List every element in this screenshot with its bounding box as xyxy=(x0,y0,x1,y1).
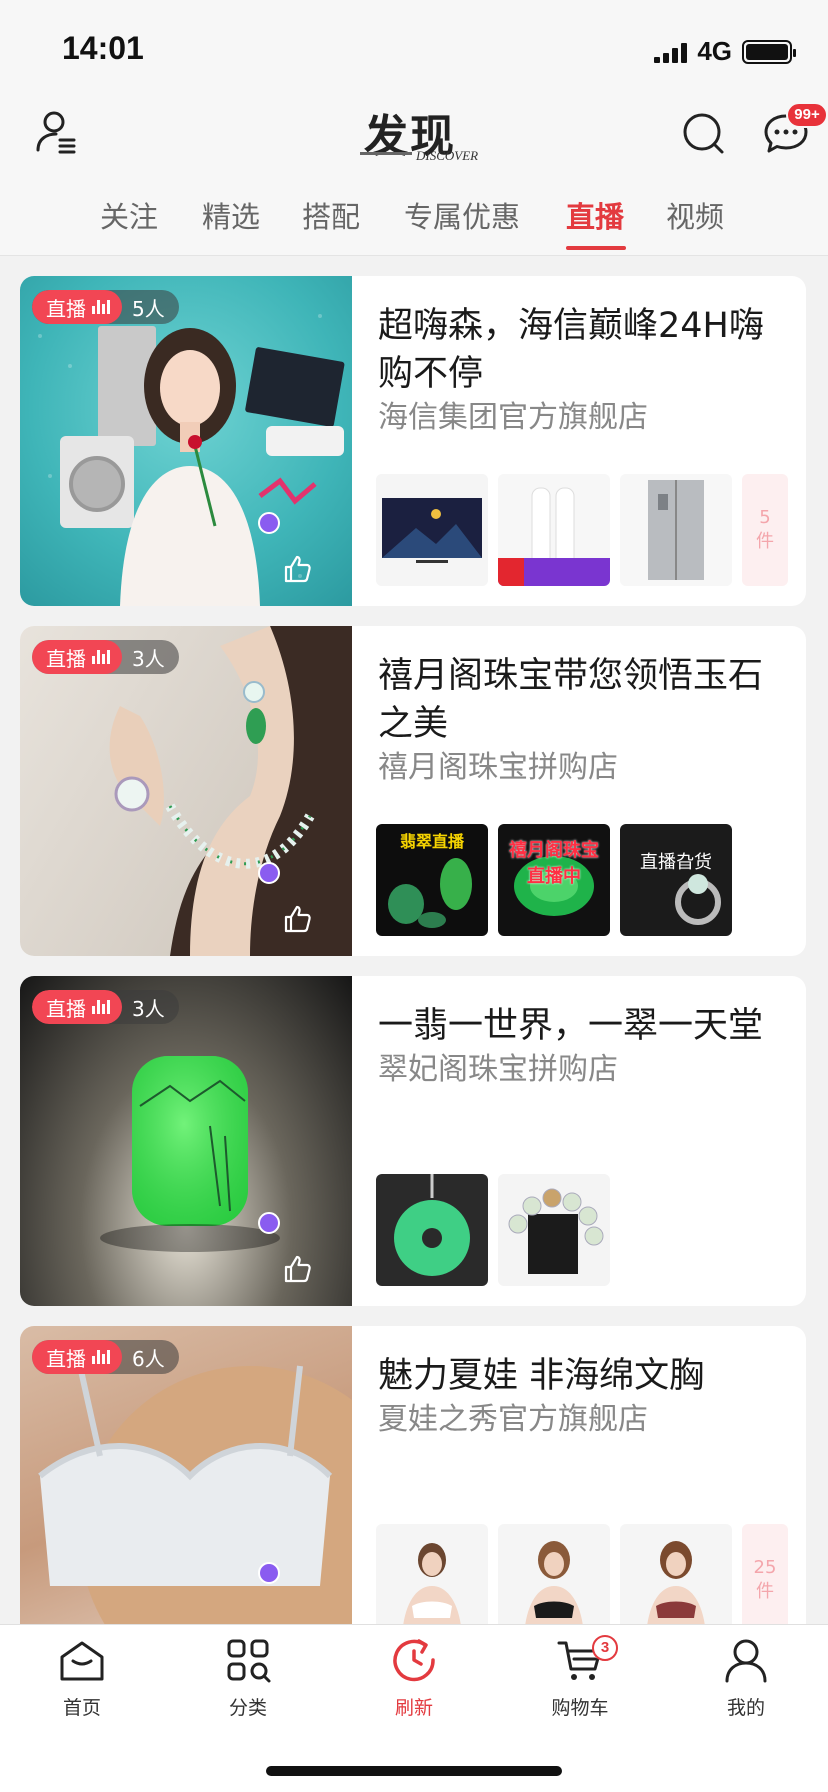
product-thumb[interactable] xyxy=(620,474,732,586)
live-thumbnail[interactable]: 直播 6人 xyxy=(20,1326,352,1624)
tab-follow[interactable]: 关注 xyxy=(100,194,158,236)
live-effect-icon xyxy=(258,1212,280,1234)
live-thumbnail[interactable]: 直播 3人 xyxy=(20,976,352,1306)
product-strip: 25 件 xyxy=(376,1524,788,1624)
product-strip xyxy=(376,1174,610,1286)
cart-badge: 3 xyxy=(592,1635,618,1661)
live-badge: 直播 6人 xyxy=(32,1340,179,1374)
product-thumb[interactable] xyxy=(498,474,610,586)
battery-icon xyxy=(742,39,796,64)
product-thumb[interactable] xyxy=(620,1524,732,1624)
live-title[interactable]: 一翡一世界，一翠一天堂 xyxy=(378,1002,782,1050)
profile-icon xyxy=(725,1639,767,1683)
live-effect-icon xyxy=(258,512,280,534)
home-icon xyxy=(60,1641,104,1681)
like-icon[interactable] xyxy=(282,554,312,584)
live-bars-icon xyxy=(92,300,110,314)
tab-video[interactable]: 视频 xyxy=(666,194,724,236)
live-thumbnail[interactable]: 直播 5人 xyxy=(20,276,352,606)
live-title[interactable]: 禧月阁珠宝带您领悟玉石之美 xyxy=(378,652,782,748)
status-time: 14:01 xyxy=(62,30,144,66)
status-indicators: 4G xyxy=(654,36,796,67)
live-badge: 直播 3人 xyxy=(32,640,179,674)
live-bars-icon xyxy=(92,650,110,664)
live-thumbnail[interactable]: 直播 3人 xyxy=(20,626,352,956)
product-thumb[interactable]: 禧月阁珠宝直播中 xyxy=(498,824,610,936)
nav-label: 首页 xyxy=(62,1697,101,1719)
tab-featured[interactable]: 精选 xyxy=(202,194,260,236)
live-effect-icon xyxy=(258,1562,280,1584)
shop-name[interactable]: 夏娃之秀官方旗舰店 xyxy=(378,1394,782,1438)
shop-name[interactable]: 翠妃阁珠宝拼购店 xyxy=(378,1044,782,1088)
product-thumb[interactable] xyxy=(376,474,488,586)
live-badge: 直播 3人 xyxy=(32,990,179,1024)
tab-live[interactable]: 直播 xyxy=(566,194,624,236)
live-card[interactable]: 直播 3人 禧月阁珠宝带您领悟玉石之美 禧月阁珠宝拼购店 翡翠直播 禧月阁珠宝直… xyxy=(20,626,806,956)
logo-subtext: DISCOVER xyxy=(416,148,479,163)
active-tab-indicator xyxy=(566,246,626,250)
nav-label: 购物车 xyxy=(551,1697,609,1719)
product-thumb[interactable] xyxy=(498,1524,610,1624)
product-caption: 禧月阁珠宝直播中 xyxy=(509,840,599,887)
viewer-count: 6人 xyxy=(132,1346,165,1371)
product-thumb[interactable]: 直播旮货 xyxy=(620,824,732,936)
live-feed: 直播 5人 超嗨森，海信巅峰24H嗨购不停 海信集团官方旗舰店 5 件 直播 3… xyxy=(0,256,828,1624)
like-icon[interactable] xyxy=(282,904,312,934)
live-badge: 直播 5人 xyxy=(32,290,179,324)
live-bars-icon xyxy=(92,1350,110,1364)
network-label: 4G xyxy=(697,36,732,66)
nav-refresh[interactable]: 刷新 xyxy=(354,1635,474,1735)
product-thumb[interactable] xyxy=(376,1524,488,1624)
tab-exclusive-deals[interactable]: 专属优惠 xyxy=(404,194,520,236)
status-bar: 14:01 4G xyxy=(0,0,828,96)
nav-cart[interactable]: 3 购物车 xyxy=(520,1635,640,1735)
category-icon xyxy=(227,1639,271,1683)
live-effect-icon xyxy=(258,862,280,884)
live-title[interactable]: 魅力夏娃 非海绵文胸 xyxy=(378,1352,782,1400)
like-icon[interactable] xyxy=(282,1254,312,1284)
home-indicator xyxy=(266,1766,562,1776)
live-bars-icon xyxy=(92,1000,110,1014)
live-title[interactable]: 超嗨森，海信巅峰24H嗨购不停 xyxy=(378,302,782,398)
shop-name[interactable]: 禧月阁珠宝拼购店 xyxy=(378,742,782,786)
viewer-count: 3人 xyxy=(132,646,165,671)
live-card[interactable]: 直播 3人 一翡一世界，一翠一天堂 翠妃阁珠宝拼购店 xyxy=(20,976,806,1306)
nav-label: 分类 xyxy=(228,1697,267,1719)
live-label: 直播 xyxy=(46,646,86,671)
live-label: 直播 xyxy=(46,996,86,1021)
discover-logo: 发现 DISCOVER xyxy=(358,100,484,164)
nav-label: 刷新 xyxy=(394,1697,433,1719)
more-products-count: 5 件 xyxy=(756,507,774,552)
message-badge: 99+ xyxy=(786,102,828,128)
nav-label: 我的 xyxy=(726,1697,765,1719)
more-products-button[interactable]: 25 件 xyxy=(742,1524,788,1624)
product-thumb[interactable] xyxy=(498,1174,610,1286)
product-thumb[interactable] xyxy=(376,1174,488,1286)
viewer-count: 5人 xyxy=(132,296,165,321)
search-icon[interactable] xyxy=(680,110,728,158)
more-products-count: 25 件 xyxy=(753,1557,777,1602)
viewer-count: 3人 xyxy=(132,996,165,1021)
live-label: 直播 xyxy=(46,296,86,321)
user-profile-icon[interactable] xyxy=(34,108,84,158)
shop-name[interactable]: 海信集团官方旗舰店 xyxy=(378,392,782,436)
nav-home[interactable]: 首页 xyxy=(22,1635,142,1735)
tab-bar: 关注 精选 搭配 专属优惠 直播 视频 xyxy=(0,194,828,254)
nav-category[interactable]: 分类 xyxy=(188,1635,308,1735)
refresh-icon xyxy=(393,1639,435,1682)
product-strip: 翡翠直播 禧月阁珠宝直播中 直播旮货 xyxy=(376,824,732,936)
signal-icon xyxy=(654,41,688,63)
nav-me[interactable]: 我的 xyxy=(686,1635,806,1735)
live-card[interactable]: 直播 6人 魅力夏娃 非海绵文胸 夏娃之秀官方旗舰店 25 件 xyxy=(20,1326,806,1624)
product-thumb[interactable]: 翡翠直播 xyxy=(376,824,488,936)
live-label: 直播 xyxy=(46,1346,86,1371)
more-products-button[interactable]: 5 件 xyxy=(742,474,788,586)
logo-underline xyxy=(360,152,412,155)
tab-outfit[interactable]: 搭配 xyxy=(302,194,360,236)
header: 发现 DISCOVER 99+ 关注 精选 搭配 专属优惠 直播 视频 xyxy=(0,96,828,256)
product-strip: 5 件 xyxy=(376,474,788,586)
live-card[interactable]: 直播 5人 超嗨森，海信巅峰24H嗨购不停 海信集团官方旗舰店 5 件 xyxy=(20,276,806,606)
